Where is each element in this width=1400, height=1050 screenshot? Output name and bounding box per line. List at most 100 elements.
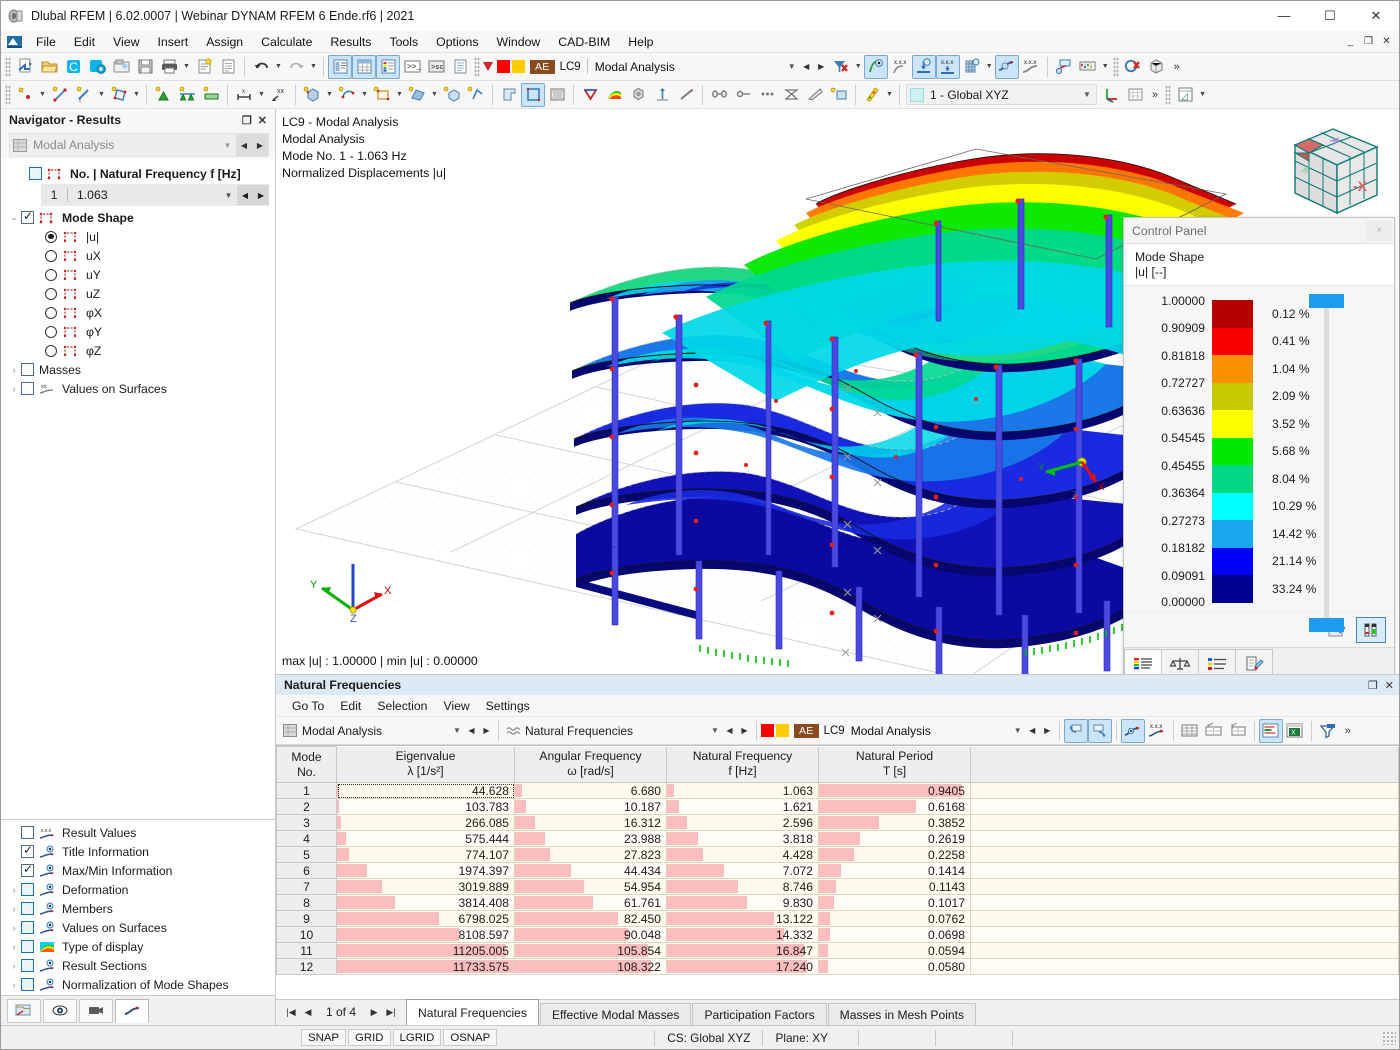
column-header-empty[interactable] (970, 746, 1399, 783)
result-settings-icon[interactable] (1052, 55, 1076, 79)
display-item-values-on-surfaces[interactable]: › Values on Surfaces (1, 918, 275, 937)
navigator-panel-icon[interactable] (328, 54, 352, 79)
component-radio[interactable] (45, 344, 57, 357)
tab-effective-modal-masses[interactable]: Effective Modal Masses (539, 1003, 692, 1025)
cell-empty[interactable] (970, 798, 1399, 815)
table-row[interactable]: 8 3814.408 61.761 9.830 0.1017 (276, 894, 1399, 911)
table-menu-selection[interactable]: Selection (369, 697, 435, 715)
doc-minimize-button[interactable]: _ (1342, 34, 1359, 50)
result-values-checkbox[interactable] (21, 826, 34, 839)
cell-empty[interactable] (970, 782, 1399, 799)
cell-natural-period[interactable]: 0.2258 (818, 846, 971, 863)
navigator-tab-model[interactable] (7, 998, 41, 1023)
display-item-members[interactable]: › Members (1, 899, 275, 918)
new-object-icon[interactable] (464, 83, 488, 107)
support-reactions-icon[interactable] (578, 83, 602, 107)
undo-icon[interactable] (249, 55, 273, 79)
table-analysis-caret[interactable]: ▼ (450, 720, 464, 742)
surface-result-1-icon[interactable] (707, 83, 731, 107)
component-radio[interactable] (45, 287, 57, 300)
title-information-checkbox[interactable] (21, 843, 34, 858)
toolbar-grip[interactable] (5, 56, 11, 77)
frame-view-icon[interactable] (521, 82, 545, 107)
opening-icon[interactable] (335, 83, 359, 107)
pager-last-button[interactable]: ▶| (384, 1007, 398, 1018)
opening-dropdown-caret[interactable]: ▼ (359, 83, 370, 107)
navigator-tab-views[interactable] (79, 998, 113, 1023)
navigator-combo-prev[interactable]: ◀ (236, 134, 252, 156)
navigator-tab-results[interactable] (115, 998, 149, 1023)
table-loadcase-prev[interactable]: ◀ (1025, 720, 1040, 742)
tab-masses-in-mesh-points[interactable]: Masses in Mesh Points (827, 1003, 977, 1025)
deformation-checkbox[interactable] (21, 883, 34, 896)
cell-natural-period[interactable]: 0.0698 (818, 926, 971, 943)
toolbar-overflow-chevron[interactable]: » (1147, 89, 1163, 101)
legend-slider-handle-bottom[interactable] (1309, 618, 1344, 632)
cell-eigenvalue[interactable]: 3814.408 (336, 894, 515, 911)
result-sections-checkbox[interactable] (21, 959, 34, 972)
mode-prev-button[interactable]: ◀ (237, 185, 253, 205)
surface-result-3-icon[interactable] (755, 83, 779, 107)
color-legend-dropdown-caret[interactable]: ▼ (884, 83, 895, 107)
menu-cad-bim[interactable]: CAD-BIM (549, 33, 619, 51)
cell-natural-period[interactable]: 0.0594 (818, 942, 971, 959)
measure-icon[interactable] (674, 83, 698, 107)
redo-icon[interactable] (284, 55, 308, 79)
menu-edit[interactable]: Edit (65, 33, 104, 51)
cell-natural-frequency[interactable]: 2.596 (666, 814, 819, 831)
display-item-title-information[interactable]: Title Information (1, 842, 275, 861)
sync-selection-in-icon[interactable] (1063, 718, 1088, 743)
solid-object-icon[interactable] (300, 83, 324, 107)
cell-angular-frequency[interactable]: 23.988 (514, 830, 667, 847)
tree-item-component-uy[interactable]: uY (1, 265, 275, 284)
table-analysis-prev[interactable]: ◀ (464, 720, 479, 742)
tab-natural-frequencies[interactable]: Natural Frequencies (406, 999, 539, 1025)
cell-mode-no[interactable]: 9 (276, 910, 337, 927)
menu-results[interactable]: Results (321, 33, 380, 51)
navigator-combo-caret[interactable]: ▼ (219, 141, 236, 150)
table-dataset-caret[interactable]: ▼ (708, 720, 722, 742)
render-mode-icon[interactable] (497, 83, 521, 107)
cell-mode-no[interactable]: 2 (276, 798, 337, 815)
delete-results-dropdown-caret[interactable]: ▼ (853, 55, 864, 79)
menu-window[interactable]: Window (488, 33, 550, 51)
navigator-combo-next[interactable]: ▶ (252, 134, 268, 156)
list-panel-icon[interactable] (448, 55, 472, 79)
cs-dropdown-caret[interactable]: ▼ (1080, 84, 1094, 106)
cell-empty[interactable] (970, 926, 1399, 943)
cell-mode-no[interactable]: 8 (276, 894, 337, 911)
result-values-label-icon[interactable]: x.x.x (935, 54, 960, 79)
cell-empty[interactable] (970, 846, 1399, 863)
toolbar-grip[interactable] (5, 84, 11, 105)
cell-eigenvalue[interactable]: 103.783 (336, 798, 515, 815)
component-radio[interactable] (45, 325, 57, 338)
resize-grip[interactable] (1382, 1030, 1396, 1045)
sync-selection-out-icon[interactable] (1087, 718, 1112, 743)
document-icon[interactable] (216, 55, 240, 79)
table-row[interactable]: 2 103.783 10.187 1.621 0.6168 (276, 798, 1399, 815)
surface-dropdown-caret[interactable]: ▼ (131, 83, 142, 107)
rectangle-dropdown-caret[interactable]: ▼ (394, 83, 405, 107)
close-button[interactable]: ✕ (1353, 1, 1399, 31)
deformation-values-icon[interactable]: x.x.x (1019, 55, 1043, 79)
loadcase-dropdown-caret[interactable]: ▼ (785, 56, 799, 78)
column-header-eigenvalue[interactable]: Eigenvalue λ [1/s²] (336, 746, 515, 783)
cell-natural-frequency[interactable]: 17.240 (666, 958, 819, 975)
cell-empty[interactable] (970, 862, 1399, 879)
print-icon[interactable] (157, 55, 181, 79)
ucs-axes-icon[interactable] (1099, 83, 1123, 107)
section-cut-icon[interactable] (803, 83, 827, 107)
values-surfaces-checkbox[interactable] (21, 382, 34, 395)
mode-shape-checkbox[interactable] (21, 209, 34, 224)
table-toolbar-overflow-chevron[interactable]: » (1340, 725, 1356, 737)
show-result-values-label-icon[interactable]: x.x.x (1145, 719, 1169, 743)
render-quality-icon[interactable] (626, 83, 650, 107)
deformation-expander[interactable]: › (7, 885, 21, 895)
cell-angular-frequency[interactable]: 16.312 (514, 814, 667, 831)
cell-empty[interactable] (970, 814, 1399, 831)
grid-settings-icon[interactable] (1123, 83, 1147, 107)
command-line-icon[interactable]: >>_ (400, 55, 424, 79)
color-scale-icon[interactable] (602, 83, 626, 107)
doc-restore-button[interactable]: ❐ (1360, 34, 1377, 50)
cell-natural-frequency[interactable]: 16.847 (666, 942, 819, 959)
